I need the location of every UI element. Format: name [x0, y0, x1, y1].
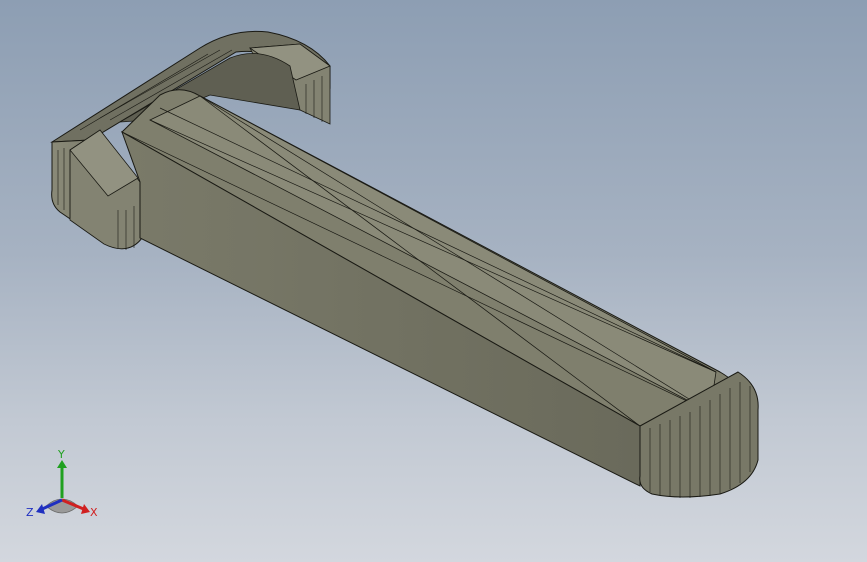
orientation-triad[interactable]: Y X Z — [26, 448, 106, 528]
part-model[interactable] — [0, 0, 867, 562]
y-arrow-icon — [57, 460, 67, 468]
x-axis-label: X — [90, 506, 98, 519]
z-axis-label: Z — [26, 506, 34, 519]
y-axis-label: Y — [57, 448, 65, 461]
3d-model-viewport[interactable]: Y X Z — [0, 0, 867, 562]
